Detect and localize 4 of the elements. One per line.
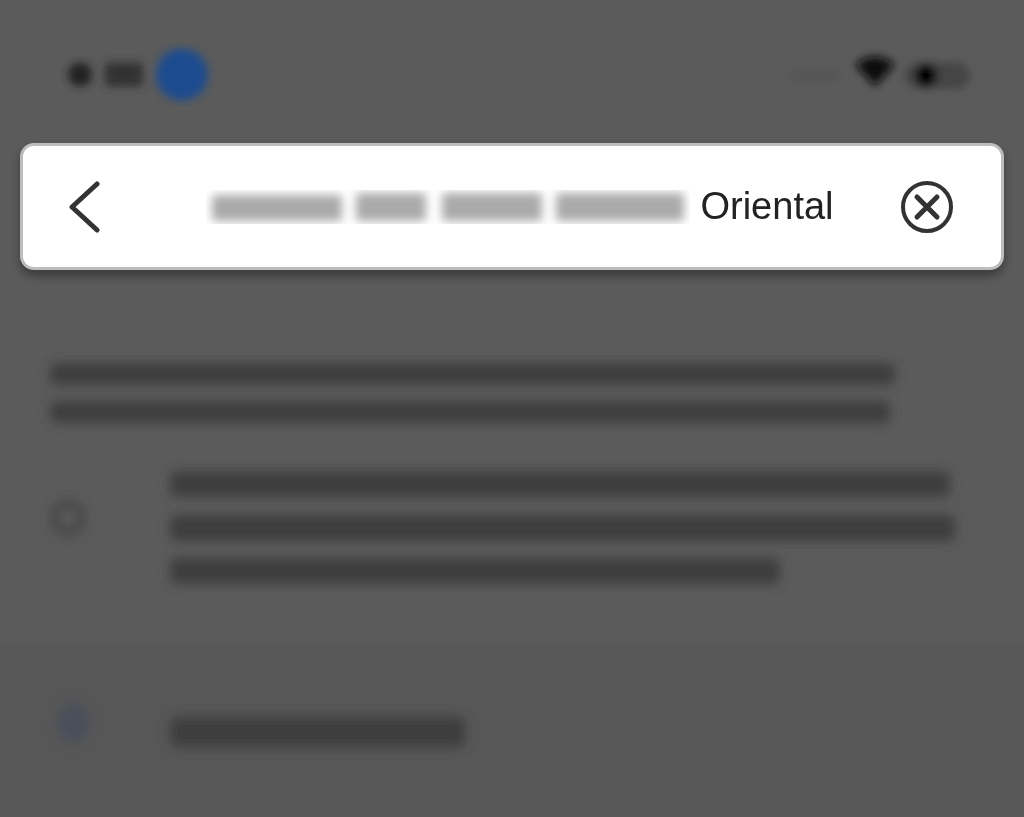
clear-icon[interactable] [899,178,955,235]
back-icon[interactable] [67,180,101,233]
search-text: Oriental [700,185,834,228]
search-field[interactable]: Oriental [20,143,1004,270]
